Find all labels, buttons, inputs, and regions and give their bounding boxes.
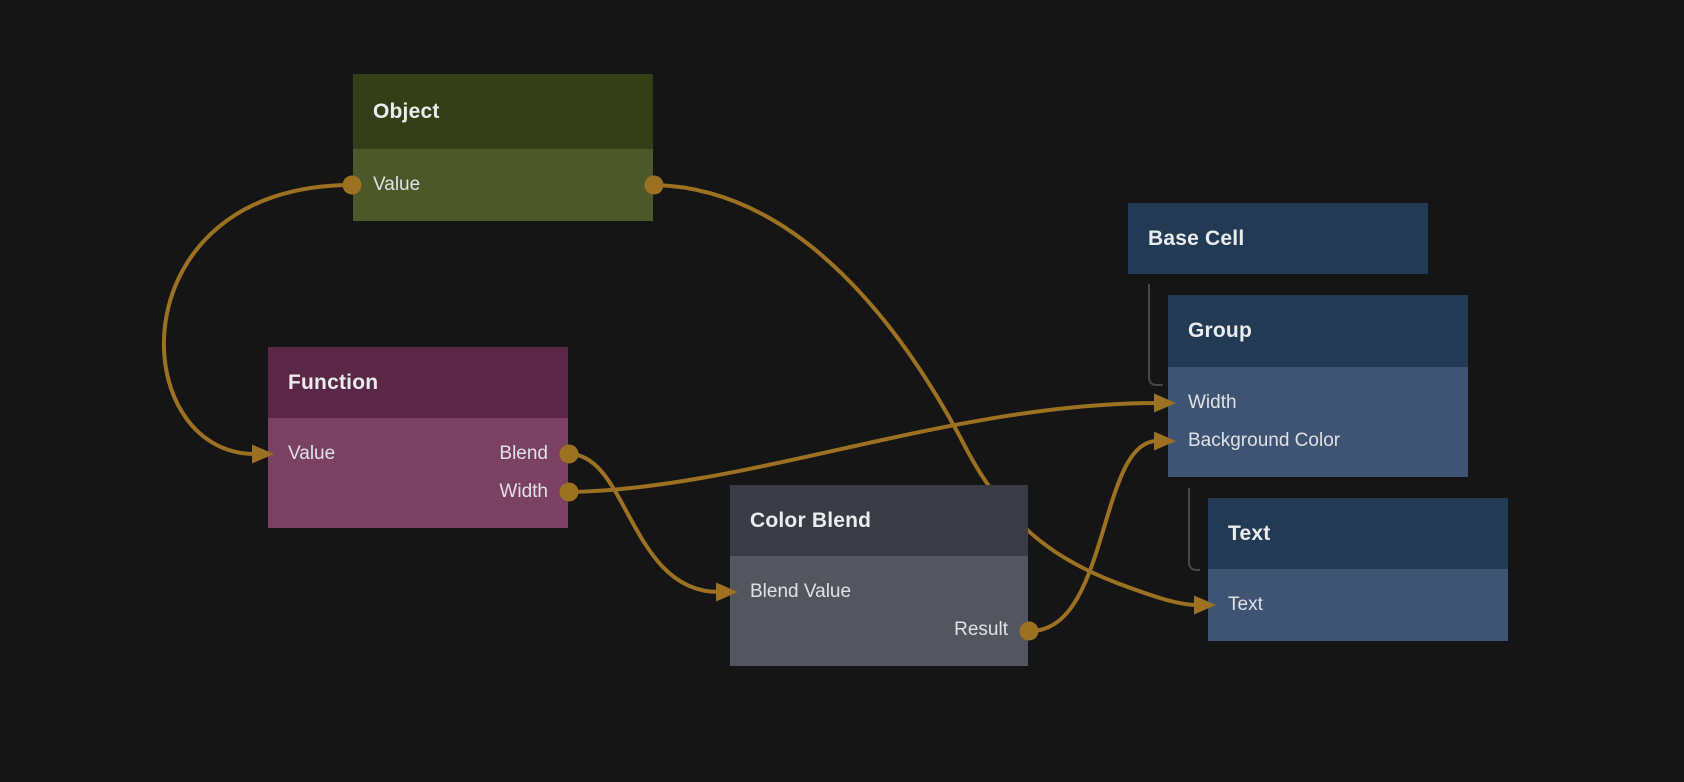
node-group-title: Group xyxy=(1188,319,1252,343)
node-function-title: Function xyxy=(288,371,378,395)
hierarchy-line-group-to-text xyxy=(1189,488,1200,570)
row-object-value: Value xyxy=(353,166,653,204)
edge-color-blend-result-to-group-background-color[interactable] xyxy=(1029,441,1157,631)
port-function-blend-out[interactable] xyxy=(560,445,579,464)
node-object-title: Object xyxy=(373,100,440,124)
edge-function-blend-to-color-blend-blend-value[interactable] xyxy=(569,454,719,592)
row-function-value-blend: Value Blend xyxy=(268,435,568,473)
row-function-blend-label: Blend xyxy=(499,443,548,465)
node-color-blend-title: Color Blend xyxy=(750,509,871,533)
row-color-blend-blend-value-label: Blend Value xyxy=(750,581,851,603)
node-group-header[interactable]: Group xyxy=(1168,295,1468,367)
row-color-blend-result: Result xyxy=(730,611,1028,649)
node-color-blend-header[interactable]: Color Blend xyxy=(730,485,1028,556)
node-function-header[interactable]: Function xyxy=(268,347,568,418)
node-color-blend-body: Blend Value Result xyxy=(730,556,1028,666)
row-group-width-label: Width xyxy=(1188,392,1237,414)
node-group-body: Width Background Color xyxy=(1168,367,1468,477)
node-color-blend[interactable]: Color Blend Blend Value Result xyxy=(730,485,1028,666)
node-base-cell-header[interactable]: Base Cell xyxy=(1128,203,1428,274)
row-text-text-label: Text xyxy=(1228,594,1263,616)
port-color-blend-result-out[interactable] xyxy=(1020,622,1039,641)
node-text-title: Text xyxy=(1228,522,1270,546)
node-object[interactable]: Object Value xyxy=(353,74,653,221)
node-text-body: Text xyxy=(1208,569,1508,641)
node-object-body: Value xyxy=(353,149,653,221)
node-text[interactable]: Text Text xyxy=(1208,498,1508,641)
node-base-cell-title: Base Cell xyxy=(1148,227,1244,251)
node-group[interactable]: Group Width Background Color xyxy=(1168,295,1468,477)
port-function-width-out[interactable] xyxy=(560,483,579,502)
node-function[interactable]: Function Value Blend Width xyxy=(268,347,568,528)
node-object-header[interactable]: Object xyxy=(353,74,653,149)
row-color-blend-blend-value: Blend Value xyxy=(730,573,1028,611)
row-color-blend-result-label: Result xyxy=(954,619,1008,641)
row-function-width-label: Width xyxy=(499,481,548,503)
node-graph-canvas[interactable]: Object Value Function Value Blend Width xyxy=(0,0,1684,782)
row-function-width: Width xyxy=(268,473,568,511)
row-group-background-color: Background Color xyxy=(1168,422,1468,460)
edge-function-width-to-group-width[interactable] xyxy=(569,403,1157,492)
row-object-value-label: Value xyxy=(373,174,420,196)
node-function-body: Value Blend Width xyxy=(268,418,568,528)
hierarchy-line-base-cell-to-group xyxy=(1149,284,1163,385)
node-base-cell[interactable]: Base Cell xyxy=(1128,203,1428,274)
row-text-text: Text xyxy=(1208,586,1508,624)
row-group-width: Width xyxy=(1168,384,1468,422)
port-object-value-out-right[interactable] xyxy=(645,176,664,195)
row-function-value-label: Value xyxy=(288,443,335,465)
node-text-header[interactable]: Text xyxy=(1208,498,1508,569)
row-group-background-color-label: Background Color xyxy=(1188,430,1340,452)
port-object-value-out-left[interactable] xyxy=(343,176,362,195)
